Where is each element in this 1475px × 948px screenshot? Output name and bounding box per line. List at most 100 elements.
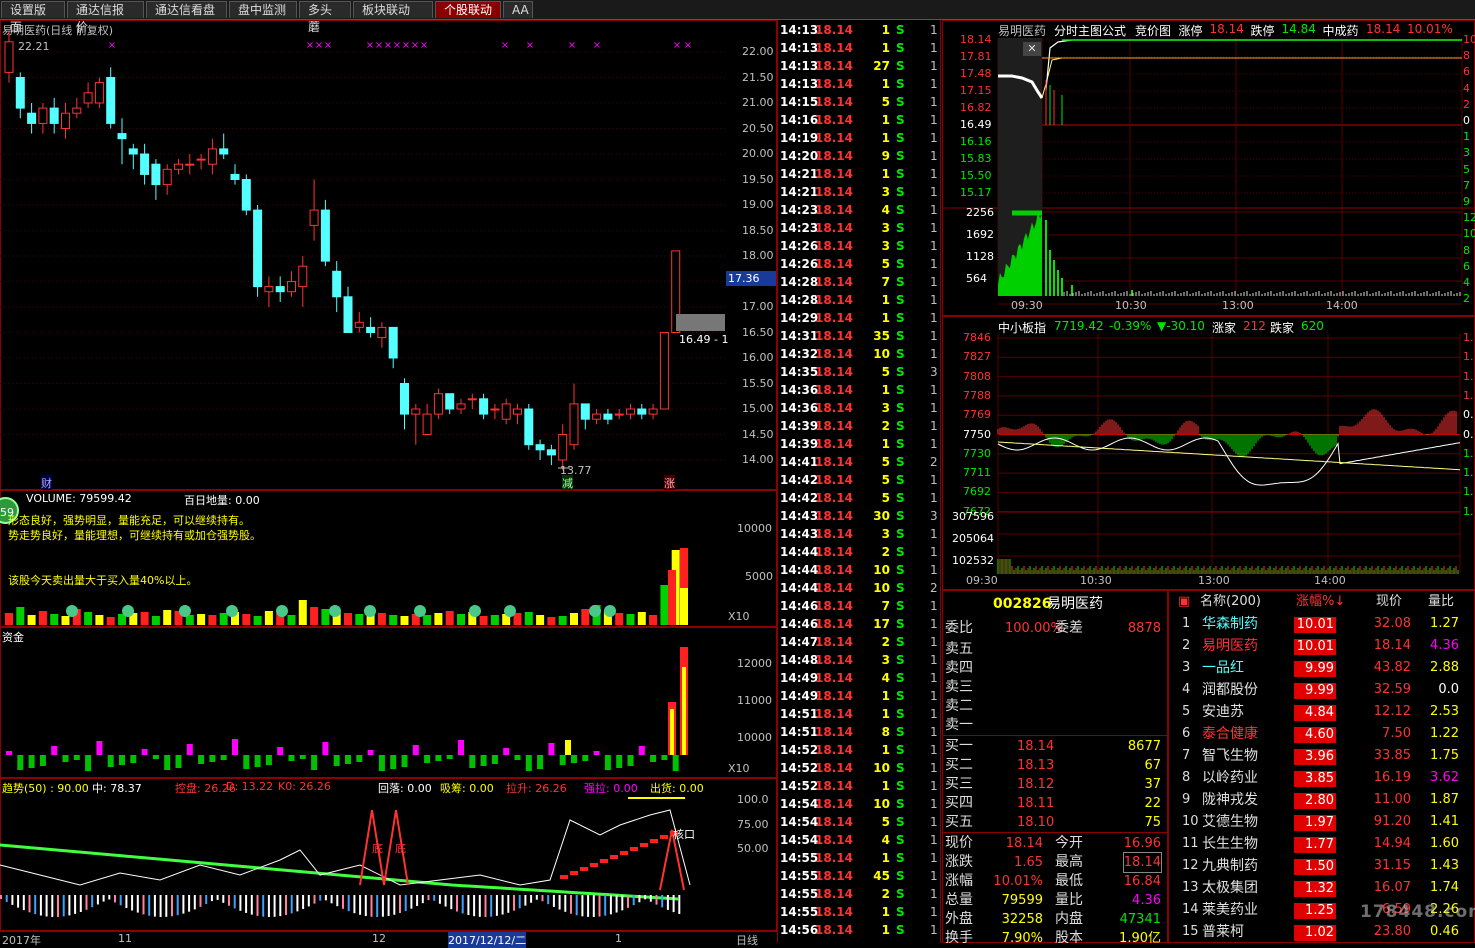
tick-price: 18.14	[815, 257, 853, 271]
rank-name[interactable]: 普莱柯	[1202, 921, 1244, 943]
trend-step-bar	[570, 871, 578, 875]
tick-row: 14:44 18.14 10 S 1	[778, 561, 940, 579]
ranking-row[interactable]: 4 润都股份 9.99 32.59 0.0	[1172, 679, 1475, 701]
ranking-col-change[interactable]: 涨幅%↓	[1296, 592, 1345, 612]
tick-volume: 4	[881, 671, 890, 685]
volume-bar	[106, 617, 115, 625]
ranking-col-ratio[interactable]: 量比	[1428, 592, 1454, 612]
index-time-label: 13:00	[1198, 574, 1230, 587]
tick-volume: 2	[881, 635, 890, 649]
rank-name[interactable]: 艾德生物	[1202, 811, 1258, 833]
index-price-tick: 7808	[963, 369, 991, 383]
ranking-row[interactable]: 9 陇神戎发 2.80 11.00 1.87	[1172, 789, 1475, 811]
rank-name[interactable]: 陇神戎发	[1202, 789, 1258, 811]
tick-time: 14:54	[780, 833, 819, 847]
index-price-tick: 7846	[963, 331, 991, 344]
ranking-row[interactable]: 11 长生生物 1.77 14.94 1.60	[1172, 833, 1475, 855]
rank-change-value: 9.99	[1294, 683, 1336, 699]
rank-name[interactable]: 润都股份	[1202, 679, 1258, 701]
trend-stripe	[535, 895, 538, 900]
rank-name[interactable]: 以岭药业	[1202, 767, 1258, 789]
rank-name[interactable]: 智飞生物	[1202, 745, 1258, 767]
funds-chart[interactable]	[0, 627, 725, 778]
tick-volume: 45	[873, 869, 890, 883]
ranking-row[interactable]: 8 以岭药业 3.85 16.19 3.62	[1172, 767, 1475, 789]
rank-name[interactable]: 易明医药	[1202, 635, 1258, 657]
stock-code: 002826	[993, 596, 1052, 612]
rank-ratio: 2.88	[1430, 660, 1459, 675]
funds-bar	[525, 755, 532, 771]
rank-index: 13	[1182, 880, 1199, 895]
kline-price-tick: 16.00	[742, 351, 774, 364]
ranking-icon[interactable]: ▣	[1178, 592, 1190, 612]
rank-name[interactable]: 太极集团	[1202, 877, 1258, 899]
tick-row: 14:54 18.14 10 S 1	[778, 795, 940, 813]
ranking-col-price[interactable]: 现价	[1376, 592, 1402, 612]
volume-chart[interactable]	[0, 490, 725, 627]
volume-bar	[219, 613, 228, 625]
trend-stripe	[661, 895, 664, 908]
tab-6[interactable]: 个股联动	[435, 1, 501, 18]
rank-ratio: 0.0	[1438, 682, 1459, 697]
period-label[interactable]: 日线	[736, 932, 758, 948]
trend-stripe	[433, 895, 436, 901]
tab-0[interactable]: 设置版面	[1, 1, 65, 34]
ranking-row[interactable]: 15 普莱柯 1.02 23.80 0.46	[1172, 921, 1475, 943]
trend-stripe	[621, 895, 624, 911]
trend-stripe	[342, 895, 344, 909]
tab-2[interactable]: 通达信看盘	[146, 1, 227, 18]
close-button[interactable]: ✕	[1023, 42, 1041, 56]
index-chart[interactable]	[942, 316, 1475, 590]
index-price-tick: 7750	[963, 427, 991, 441]
ranking-row[interactable]: 1 华森制药 10.01 32.08 1.27	[1172, 613, 1475, 635]
ranking-row[interactable]: 13 太极集团 1.32 16.07 1.74	[1172, 877, 1475, 899]
funds-bar	[209, 755, 216, 762]
funds-tick-11000: 11000	[737, 694, 772, 707]
ranking-row[interactable]: 5 安迪苏 4.84 12.12 2.53	[1172, 701, 1475, 723]
rank-name[interactable]: 九典制药	[1202, 855, 1258, 877]
tab-7[interactable]: AA	[503, 1, 533, 18]
tick-side: S	[896, 239, 905, 253]
ranking-row[interactable]: 10 艾德生物 1.97 91.20 1.41	[1172, 811, 1475, 833]
tick-count: 3	[930, 509, 938, 523]
intraday-chart[interactable]	[942, 20, 1475, 316]
rank-name[interactable]: 一品红	[1202, 657, 1244, 679]
trend-stripe	[74, 895, 77, 914]
trend-stripe	[17, 895, 20, 908]
tick-price: 18.14	[815, 707, 853, 721]
tab-3[interactable]: 盘中监测	[229, 1, 297, 18]
trend-stripe	[302, 895, 305, 910]
sell-label: 卖二	[945, 698, 973, 714]
tick-row: 14:35 18.14 5 S 3	[778, 363, 940, 381]
tick-count: 1	[930, 473, 938, 487]
rank-ratio: 1.75	[1430, 748, 1459, 763]
tick-time: 14:55	[780, 905, 819, 919]
rank-name[interactable]: 莱美药业	[1202, 899, 1258, 921]
trend-step-bar	[600, 859, 608, 863]
rank-name[interactable]: 长生生物	[1202, 833, 1258, 855]
tab-4[interactable]: 多头蘑	[299, 1, 351, 34]
trend-stripe	[108, 895, 111, 900]
kline-chart[interactable]: × × × × × × × × × × × × × × × × ×	[0, 20, 725, 490]
rank-name[interactable]: 泰合健康	[1202, 723, 1258, 745]
ranking-row[interactable]: 6 泰合健康 4.60 7.50 1.22	[1172, 723, 1475, 745]
ranking-col-name[interactable]: 名称(200)	[1200, 592, 1261, 612]
index-price-tick: 7769	[963, 408, 991, 422]
rank-name[interactable]: 华森制药	[1202, 613, 1258, 635]
tick-volume: 4	[881, 203, 890, 217]
tab-1[interactable]: 通达信报价	[67, 1, 144, 34]
ranking-row[interactable]: 12 九典制药 1.50 31.15 1.43	[1172, 855, 1475, 877]
ranking-row[interactable]: 7 智飞生物 3.96 33.85 1.75	[1172, 745, 1475, 767]
index-right-tick: 1.	[1463, 446, 1474, 460]
tick-count: 1	[930, 167, 938, 181]
funds-bar	[672, 755, 679, 771]
ranking-row[interactable]: 3 一品红 9.99 43.82 2.88	[1172, 657, 1475, 679]
trend-chart[interactable]	[0, 795, 725, 930]
ranking-row[interactable]: 2 易明医药 10.01 18.14 4.36	[1172, 635, 1475, 657]
rank-index: 14	[1182, 902, 1199, 917]
tick-volume: 1	[881, 437, 890, 451]
rank-change: 10.01	[1294, 635, 1336, 657]
rank-name[interactable]: 安迪苏	[1202, 701, 1244, 723]
rank-change: 1.77	[1294, 833, 1336, 855]
tab-5[interactable]: 板块联动	[353, 1, 433, 18]
